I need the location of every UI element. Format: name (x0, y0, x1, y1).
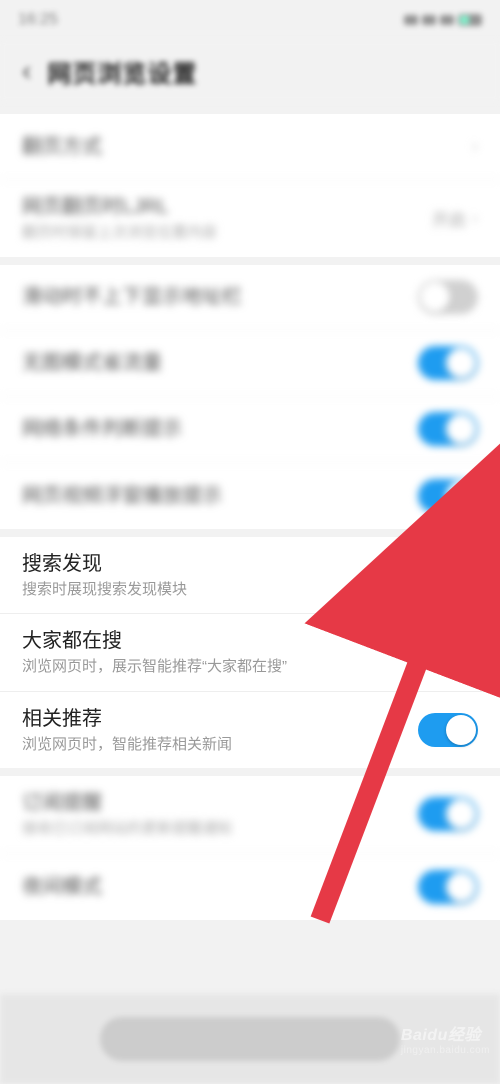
toggle-network-tip[interactable] (418, 412, 478, 446)
watermark-brand: Baidu经验 (401, 1027, 481, 1044)
chevron-right-icon: › (472, 208, 478, 229)
watermark: Baidu经验 jingyan.baidu.com (401, 1021, 490, 1056)
row-no-image[interactable]: 无图模式省流量 (0, 331, 500, 397)
page-title: 网页浏览设置 (47, 54, 197, 89)
row-hide-addressbar[interactable]: 滑动时不上下显示地址栏 (0, 265, 500, 331)
toggle-no-image[interactable] (418, 346, 478, 380)
row-label: 大家都在搜 (22, 628, 418, 654)
row-search-discovery[interactable]: 搜索发现 搜索时展现搜索发现模块 (0, 537, 500, 615)
chevron-right-icon: › (472, 136, 478, 157)
status-time: 16:25 (18, 11, 58, 29)
row-night-mode[interactable]: 夜间模式 (0, 854, 500, 920)
toggle-subscribe-remind[interactable] (418, 797, 478, 831)
row-page-mode[interactable]: 翻页方式 › (0, 114, 500, 180)
row-label: 搜索发现 (22, 551, 418, 577)
row-label: 订阅提醒 (22, 790, 418, 816)
toggle-related-recommend[interactable] (418, 713, 478, 747)
toggle-video-float[interactable] (418, 479, 478, 513)
row-sub: 翻页时保留上次浏览位置内容 (22, 223, 432, 243)
row-label: 网络条件判断提示 (22, 416, 418, 442)
row-subscribe-remind[interactable]: 订阅提醒 接收已订阅网站的更新提醒通知 (0, 776, 500, 854)
row-label: 滑动时不上下显示地址栏 (22, 284, 418, 310)
row-value: 开启 (432, 206, 466, 231)
back-button[interactable]: ‹ (12, 49, 41, 93)
page-header: ‹ 网页浏览设置 (0, 40, 500, 102)
toggle-everyone-search[interactable] (418, 635, 478, 669)
footer-button[interactable] (100, 1017, 400, 1061)
row-network-tip[interactable]: 网络条件判断提示 (0, 397, 500, 463)
status-bar: 16:25 (0, 0, 500, 40)
toggle-night-mode[interactable] (418, 870, 478, 904)
row-page-keep[interactable]: 网页翻页时LJRL 翻页时保留上次浏览位置内容 开启 › (0, 180, 500, 257)
row-label: 网页翻页时LJRL (22, 194, 432, 220)
watermark-url: jingyan.baidu.com (401, 1045, 490, 1056)
row-label: 无图模式省流量 (22, 350, 418, 376)
toggle-hide-addressbar[interactable] (418, 280, 478, 314)
status-indicators (404, 14, 482, 26)
row-related-recommend[interactable]: 相关推荐 浏览网页时，智能推荐相关新闻 (0, 692, 500, 769)
row-video-float[interactable]: 网页视频浮窗播放提示 (0, 463, 500, 529)
row-everyone-search[interactable]: 大家都在搜 浏览网页时，展示智能推荐“大家都在搜” (0, 614, 500, 692)
row-label: 翻页方式 (22, 134, 472, 160)
toggle-search-discovery[interactable] (418, 558, 478, 592)
group-search: 搜索发现 搜索时展现搜索发现模块 大家都在搜 浏览网页时，展示智能推荐“大家都在… (0, 537, 500, 769)
row-label: 网页视频浮窗播放提示 (22, 483, 418, 509)
row-sub: 浏览网页时，展示智能推荐“大家都在搜” (22, 657, 418, 677)
row-label: 相关推荐 (22, 706, 418, 732)
row-sub: 浏览网页时，智能推荐相关新闻 (22, 735, 418, 755)
row-label: 夜间模式 (22, 874, 418, 900)
group-display: 滑动时不上下显示地址栏 无图模式省流量 网络条件判断提示 网页视频浮窗播放提示 (0, 265, 500, 529)
group-subscription: 订阅提醒 接收已订阅网站的更新提醒通知 夜间模式 (0, 776, 500, 920)
row-sub: 搜索时展现搜索发现模块 (22, 580, 418, 600)
group-paging: 翻页方式 › 网页翻页时LJRL 翻页时保留上次浏览位置内容 开启 › (0, 114, 500, 257)
row-sub: 接收已订阅网站的更新提醒通知 (22, 819, 418, 839)
